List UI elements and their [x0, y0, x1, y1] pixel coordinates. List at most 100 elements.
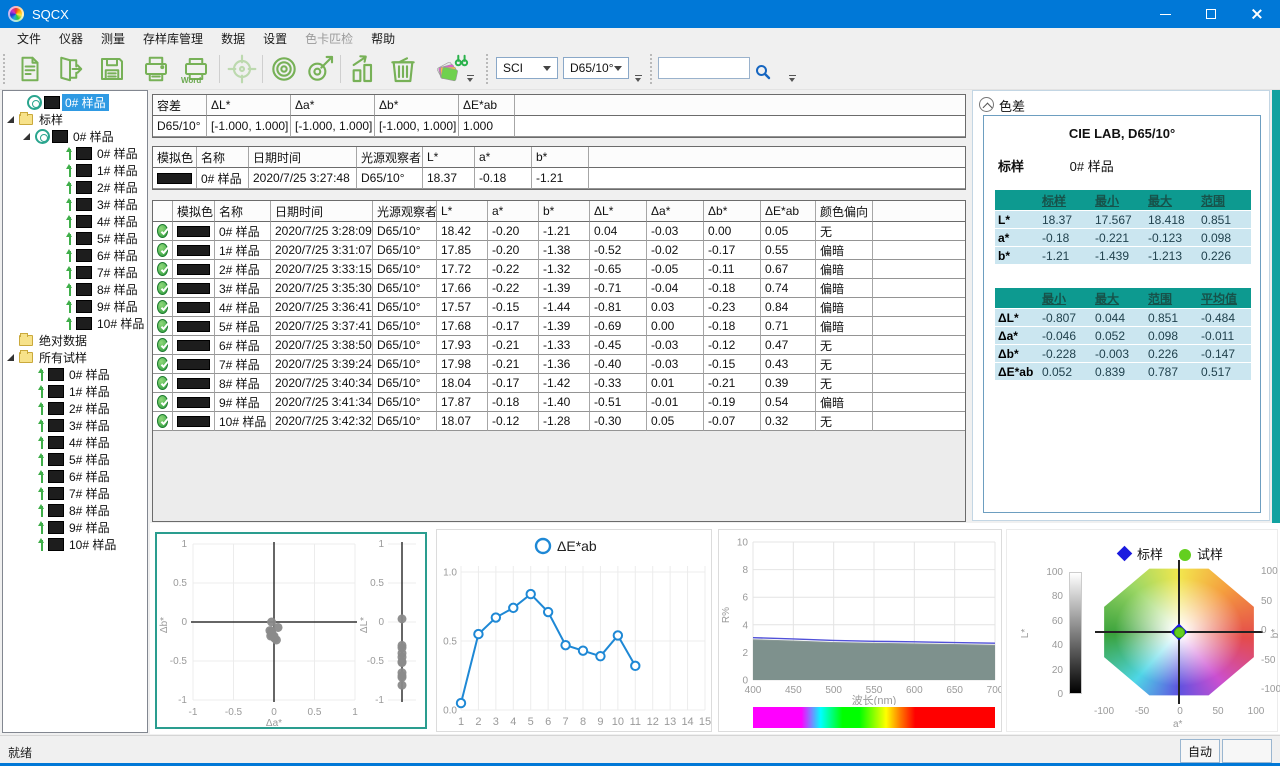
tree-expander-icon[interactable]	[23, 133, 30, 140]
column-header[interactable]: ΔL*	[207, 95, 291, 116]
table-row[interactable]: D65/10°[-1.000, 1.000][-1.000, 1.000][-1…	[153, 116, 965, 137]
menu-item-7[interactable]: 色卡匹检	[296, 28, 362, 49]
column-header[interactable]: Δb*	[704, 201, 761, 222]
tree-item[interactable]: 0# 样品	[3, 366, 147, 383]
mode-select[interactable]: SCI	[496, 57, 558, 79]
sample-row[interactable]: 7# 样品2020/7/25 3:39:24D65/10°17.98-0.21-…	[153, 355, 965, 374]
tree-item[interactable]: 3# 样品	[3, 196, 147, 213]
new-document-button[interactable]	[12, 52, 48, 86]
sample-row[interactable]: 9# 样品2020/7/25 3:41:34D65/10°17.87-0.18-…	[153, 393, 965, 412]
column-header[interactable]: 容差	[153, 95, 207, 116]
column-header[interactable]	[153, 201, 173, 222]
calibrate-button[interactable]	[224, 52, 260, 86]
toolbar-overflow-button[interactable]	[466, 75, 475, 83]
menu-item-6[interactable]: 设置	[254, 28, 296, 49]
sample-row[interactable]: 2# 样品2020/7/25 3:33:15D65/10°17.72-0.22-…	[153, 260, 965, 279]
column-header[interactable]	[873, 201, 965, 222]
tree-item[interactable]: 6# 样品	[3, 468, 147, 485]
tree-item[interactable]: 1# 样品	[3, 162, 147, 179]
column-header[interactable]: L*	[437, 201, 488, 222]
reflectance-chart-panel[interactable]: 1086420400450500550600650700波长(nm)R%	[718, 529, 1002, 732]
column-header[interactable]: ΔE*ab	[459, 95, 515, 116]
column-header[interactable]: 颜色偏向	[816, 201, 873, 222]
tree-item[interactable]: 5# 样品	[3, 451, 147, 468]
column-header[interactable]: 模拟色	[153, 147, 197, 168]
collapse-panel-button[interactable]	[979, 97, 994, 112]
toolbar-grip[interactable]	[486, 54, 490, 84]
print-button[interactable]	[138, 52, 174, 86]
column-header[interactable]: 日期时间	[249, 147, 357, 168]
tree-item[interactable]: 7# 样品	[3, 485, 147, 502]
tree-item[interactable]: 6# 样品	[3, 247, 147, 264]
sample-row[interactable]: 4# 样品2020/7/25 3:36:41D65/10°17.57-0.15-…	[153, 298, 965, 317]
column-header[interactable]: a*	[488, 201, 539, 222]
column-header[interactable]: b*	[532, 147, 589, 168]
illuminant-select[interactable]: D65/10°	[563, 57, 629, 79]
tree-item[interactable]: 1# 样品	[3, 383, 147, 400]
column-header[interactable]	[589, 147, 965, 168]
tree-item[interactable]: 8# 样品	[3, 281, 147, 298]
tree-item[interactable]: 4# 样品	[3, 434, 147, 451]
measure-standard-button[interactable]	[266, 52, 302, 86]
toolbar-overflow-button[interactable]	[634, 75, 643, 83]
tree-expander-icon[interactable]	[7, 116, 14, 123]
tree-item[interactable]: 所有试样	[3, 349, 147, 366]
sample-row[interactable]: 3# 样品2020/7/25 3:35:30D65/10°17.66-0.22-…	[153, 279, 965, 298]
panel-scrollbar[interactable]	[1272, 90, 1280, 530]
tree-item[interactable]: 2# 样品	[3, 400, 147, 417]
column-header[interactable]: Δa*	[647, 201, 704, 222]
tree-item[interactable]: 9# 样品	[3, 298, 147, 315]
minimize-button[interactable]	[1142, 0, 1188, 28]
column-header[interactable]: ΔE*ab	[761, 201, 816, 222]
column-header[interactable]: 日期时间	[271, 201, 373, 222]
toolbar-grip[interactable]	[650, 54, 654, 84]
tree-item[interactable]: 5# 样品	[3, 230, 147, 247]
tree-item[interactable]: 标样	[3, 111, 147, 128]
tree-item[interactable]: 4# 样品	[3, 213, 147, 230]
menu-item-1[interactable]: 文件	[8, 28, 50, 49]
close-button[interactable]	[1234, 0, 1280, 28]
sample-row[interactable]: 5# 样品2020/7/25 3:37:41D65/10°17.68-0.17-…	[153, 317, 965, 336]
sample-row[interactable]: 6# 样品2020/7/25 3:38:50D65/10°17.93-0.21-…	[153, 336, 965, 355]
statistics-button[interactable]	[345, 52, 381, 86]
column-header[interactable]	[515, 95, 965, 116]
column-header[interactable]: ΔL*	[590, 201, 647, 222]
table-row[interactable]: 0# 样品2020/7/25 3:27:48D65/10°18.37-0.18-…	[153, 168, 965, 189]
toolbar-overflow-button[interactable]	[788, 75, 797, 83]
scatter-chart-panel[interactable]: 10.50-0.5-1-1-0.500.51Δa*Δb*10.50-0.5-1Δ…	[155, 532, 427, 729]
export-button[interactable]	[52, 52, 88, 86]
cielab-gamut-chart-panel[interactable]: 标样试样100806040200L*-100-50050100a*100500-…	[1006, 529, 1278, 732]
auto-mode-button[interactable]: 自动	[1180, 739, 1220, 763]
tree-item[interactable]: 0# 样品	[3, 145, 147, 162]
tree-item[interactable]: 9# 样品	[3, 519, 147, 536]
search-button[interactable]	[750, 55, 776, 89]
tree-item[interactable]: 0# 样品	[3, 128, 147, 145]
sample-row[interactable]: 10# 样品2020/7/25 3:42:32D65/10°18.07-0.12…	[153, 412, 965, 431]
column-header[interactable]: 光源观察者	[373, 201, 437, 222]
column-header[interactable]: 模拟色	[173, 201, 215, 222]
sample-row[interactable]: 0# 样品2020/7/25 3:28:09D65/10°18.42-0.20-…	[153, 222, 965, 241]
measure-sample-button[interactable]	[302, 52, 338, 86]
search-input[interactable]	[658, 57, 750, 79]
sample-row[interactable]: 1# 样品2020/7/25 3:31:07D65/10°17.85-0.20-…	[153, 241, 965, 260]
menu-item-2[interactable]: 仪器	[50, 28, 92, 49]
menu-item-3[interactable]: 测量	[92, 28, 134, 49]
sample-row[interactable]: 8# 样品2020/7/25 3:40:34D65/10°18.04-0.17-…	[153, 374, 965, 393]
column-header[interactable]: 光源观察者	[357, 147, 423, 168]
menu-item-5[interactable]: 数据	[212, 28, 254, 49]
tree-item[interactable]: 2# 样品	[3, 179, 147, 196]
tree-item[interactable]: 7# 样品	[3, 264, 147, 281]
tree-item[interactable]: 10# 样品	[3, 536, 147, 553]
column-header[interactable]: b*	[539, 201, 590, 222]
tree-item[interactable]: 0# 样品	[3, 94, 147, 111]
deltae-line-chart-panel[interactable]: 1234567891011121314151.00.50.0ΔE*ab	[436, 529, 712, 732]
column-header[interactable]: Δa*	[291, 95, 375, 116]
column-header[interactable]: L*	[423, 147, 475, 168]
tree-item[interactable]: 绝对数据	[3, 332, 147, 349]
column-header[interactable]: a*	[475, 147, 532, 168]
tree-item[interactable]: 10# 样品	[3, 315, 147, 332]
menu-item-4[interactable]: 存样库管理	[134, 28, 212, 49]
column-header[interactable]: 名称	[215, 201, 271, 222]
tree-item[interactable]: 8# 样品	[3, 502, 147, 519]
maximize-button[interactable]	[1188, 0, 1234, 28]
